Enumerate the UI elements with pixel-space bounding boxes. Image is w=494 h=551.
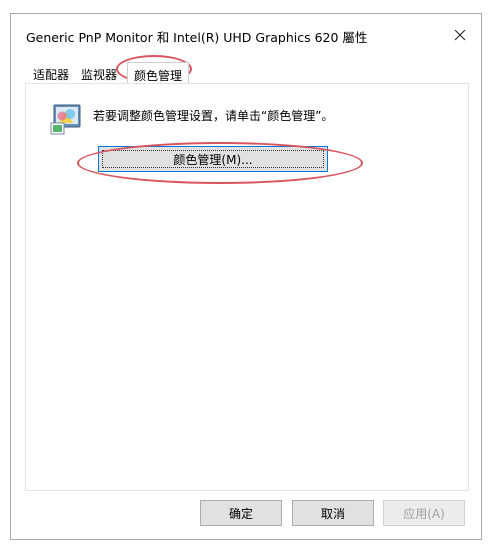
color-management-button-label: 颜色管理(M)...	[173, 152, 253, 167]
color-management-icon	[50, 104, 81, 135]
title-bar: Generic PnP Monitor 和 Intel(R) UHD Graph…	[11, 14, 481, 54]
cancel-button[interactable]: 取消	[292, 500, 374, 526]
color-management-description: 若要调整颜色管理设置，请单击“颜色管理”。	[93, 109, 334, 123]
color-management-button[interactable]: 颜色管理(M)...	[98, 146, 328, 172]
properties-dialog: Generic PnP Monitor 和 Intel(R) UHD Graph…	[10, 13, 482, 540]
close-icon	[454, 29, 466, 41]
tab-panel-color-management: 若要调整颜色管理设置，请单击“颜色管理”。 颜色管理(M)...	[25, 83, 469, 491]
tab-adapter[interactable]: 适配器	[33, 66, 69, 83]
ok-button[interactable]: 确定	[200, 500, 282, 526]
tab-monitor[interactable]: 监视器	[81, 66, 117, 83]
apply-button[interactable]: 应用(A)	[383, 500, 465, 526]
tab-color-management[interactable]: 颜色管理	[127, 62, 190, 83]
dialog-title: Generic PnP Monitor 和 Intel(R) UHD Graph…	[26, 30, 368, 45]
close-button[interactable]	[445, 22, 475, 48]
